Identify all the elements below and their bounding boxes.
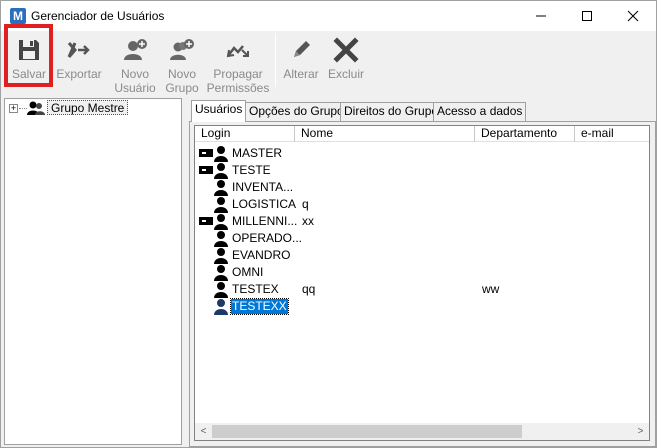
cell-departamento: ww xyxy=(482,282,500,296)
row-expand-toggle[interactable] xyxy=(199,166,213,174)
minimize-icon xyxy=(536,15,546,17)
scroll-right-arrow[interactable]: > xyxy=(632,423,649,440)
table-row[interactable]: EVANDRO xyxy=(195,247,649,264)
cell-login: MASTER xyxy=(232,146,283,160)
tree-item-grupo-mestre[interactable]: Grupo Mestre xyxy=(47,100,129,115)
cell-login: MILLENNI... xyxy=(232,214,298,228)
export-button[interactable]: Exportar xyxy=(55,31,103,91)
cell-login: EVANDRO xyxy=(232,248,291,262)
new-user-button[interactable]: Novo Usuário xyxy=(111,31,159,95)
column-header-login[interactable]: Login xyxy=(195,126,295,142)
maximize-button[interactable] xyxy=(564,1,610,31)
cell-nome: q xyxy=(302,197,309,211)
propagate-icon xyxy=(226,45,249,58)
cell-login: LOGISTICA xyxy=(232,197,297,211)
tab-direitos-do-grupo[interactable]: Direitos do Grupo xyxy=(340,102,443,121)
edit-icon xyxy=(294,41,310,57)
cell-login: OPERADO... xyxy=(232,231,303,245)
tab-usuarios[interactable]: Usuários xyxy=(191,100,247,122)
cell-login: OMNI xyxy=(232,265,264,279)
propagate-label-line1: Propagar xyxy=(213,67,263,81)
title-bar: M Gerenciador de Usuários xyxy=(1,1,656,31)
edit-label: Alterar xyxy=(283,67,319,81)
cell-login: INVENTA... xyxy=(232,180,294,194)
group-icon xyxy=(27,101,45,115)
cell-login: TESTE xyxy=(232,163,271,177)
new-group-label-line2: Grupo xyxy=(165,81,199,95)
toolbar-separator xyxy=(275,33,276,87)
window-title: Gerenciador de Usuários xyxy=(31,9,165,23)
table-row[interactable]: MASTER xyxy=(195,145,649,162)
table-row[interactable]: MILLENNI... xx xyxy=(195,213,649,230)
user-icon xyxy=(213,298,229,318)
delete-button[interactable]: Excluir xyxy=(325,31,367,91)
group-tree[interactable]: + Grupo Mestre xyxy=(4,98,182,445)
propagate-permissions-button[interactable]: Propagar Permissões xyxy=(206,31,270,95)
new-user-label-line1: Novo xyxy=(120,67,149,81)
tree-expand-toggle[interactable]: + xyxy=(9,104,18,113)
close-button[interactable] xyxy=(610,1,656,31)
export-label: Exportar xyxy=(56,67,102,81)
app-icon: M xyxy=(10,8,26,24)
tab-opcoes-do-grupo[interactable]: Opções do Grupo xyxy=(245,102,348,121)
table-row[interactable]: TESTE xyxy=(195,162,649,179)
toolbar: Salvar Exportar Novo Usuário Novo Grupo … xyxy=(1,31,656,95)
tree-connector xyxy=(19,108,27,109)
app-window: M Gerenciador de Usuários Salvar Exporta… xyxy=(0,0,657,448)
row-expand-toggle[interactable] xyxy=(199,149,213,157)
column-header-nome[interactable]: Nome xyxy=(295,126,475,142)
user-list[interactable]: Login Nome Departamento e-mail MASTER TES… xyxy=(194,125,650,441)
table-row[interactable]: OMNI xyxy=(195,264,649,281)
tab-acesso-a-dados[interactable]: Acesso a dados xyxy=(433,102,527,121)
cell-login: TESTEXX xyxy=(230,298,289,315)
cell-login: TESTEX xyxy=(232,282,279,296)
column-header-email[interactable]: e-mail xyxy=(575,126,649,142)
maximize-icon xyxy=(582,11,592,21)
scroll-left-arrow[interactable]: < xyxy=(195,423,212,440)
table-row[interactable]: OPERADO... xyxy=(195,230,649,247)
export-icon xyxy=(67,42,90,58)
cell-nome: xx xyxy=(302,214,314,228)
list-header: Login Nome Departamento e-mail xyxy=(195,126,649,142)
delete-icon xyxy=(333,37,359,63)
new-user-label-line2: Usuário xyxy=(114,81,156,95)
minimize-button[interactable] xyxy=(518,1,564,31)
propagate-label-line2: Permissões xyxy=(206,81,270,95)
table-row[interactable]: INVENTA... xyxy=(195,179,649,196)
cell-nome: qq xyxy=(302,282,316,296)
table-row[interactable]: TESTEXX xyxy=(195,298,649,315)
add-group-icon xyxy=(170,39,194,60)
table-row[interactable]: TESTEX qq ww xyxy=(195,281,649,298)
edit-button[interactable]: Alterar xyxy=(281,31,321,91)
column-header-departamento[interactable]: Departamento xyxy=(475,126,575,142)
add-user-icon xyxy=(124,39,147,60)
delete-label: Excluir xyxy=(327,67,364,81)
table-row[interactable]: LOGISTICA q xyxy=(195,196,649,213)
new-group-button[interactable]: Novo Grupo xyxy=(161,31,203,95)
close-icon xyxy=(627,10,639,22)
save-highlight-box xyxy=(4,24,53,87)
scroll-thumb[interactable] xyxy=(212,425,522,438)
row-expand-toggle[interactable] xyxy=(199,217,213,225)
new-group-label-line1: Novo xyxy=(167,67,196,81)
horizontal-scrollbar[interactable]: < > xyxy=(195,423,649,440)
